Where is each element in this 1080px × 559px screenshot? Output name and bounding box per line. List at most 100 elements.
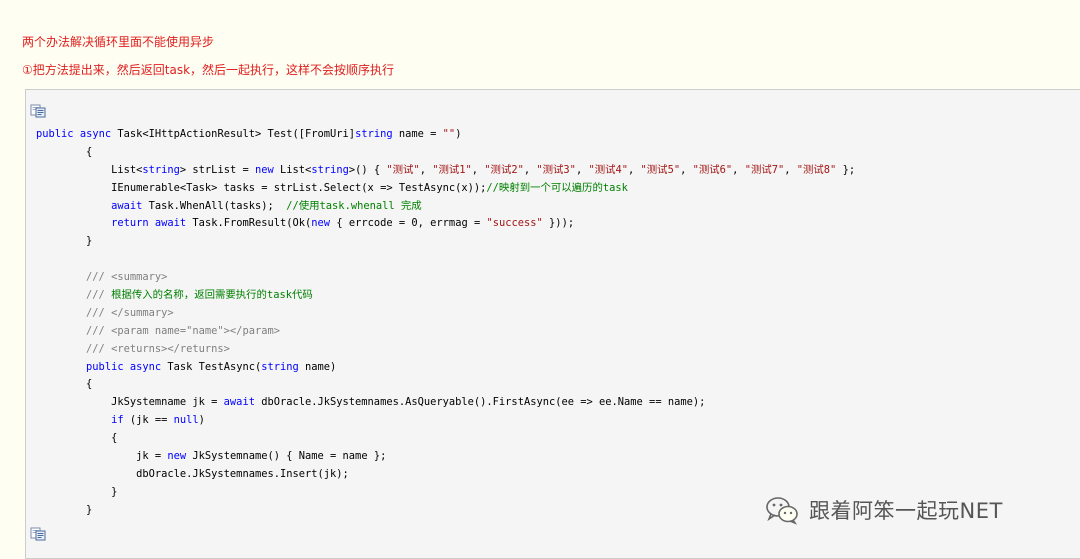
code-line: jk = new JkSystemname() { Name = name }; [36, 448, 855, 466]
code-token: IEnumerable<Task> tasks = strList.Select… [36, 181, 487, 194]
code-token: Task.WhenAll(tasks); [142, 199, 287, 212]
code-token: /// <returns></returns> [86, 342, 230, 355]
code-token: List< [273, 163, 312, 176]
copy-icon[interactable] [30, 104, 46, 118]
code-token: await [223, 396, 255, 409]
code-token: , [784, 163, 797, 176]
code-token: > strList = [179, 163, 255, 176]
code-line: dbOracle.JkSystemnames.Insert(jk); [36, 466, 855, 484]
code-token: , [523, 163, 537, 176]
code-line: /// <param name="name"></param> [36, 323, 855, 341]
code-token: "测试4" [588, 163, 629, 176]
code-token: async [129, 360, 162, 373]
code-line: { [36, 376, 855, 394]
code-token: name = [392, 128, 443, 140]
code-token: name) [298, 360, 337, 373]
code-token: /// </summary> [86, 306, 174, 319]
code-line: IEnumerable<Task> tasks = strList.Select… [36, 180, 855, 198]
code-token: //映射到一个可以遍历的task [486, 181, 628, 194]
code-token: new [167, 450, 187, 463]
code-token: JkSystemname() { Name = name }; [186, 450, 387, 463]
code-token: })); [542, 217, 575, 230]
code-line: List<string> strList = new List<string>(… [36, 162, 855, 180]
code-token: public [36, 128, 74, 140]
code-token: (jk == [123, 414, 174, 427]
code-line: { [36, 430, 855, 448]
code-token: List< [36, 163, 143, 176]
code-line: public async Task<IHttpActionResult> Tes… [36, 126, 855, 144]
code-token: , [628, 163, 641, 176]
code-token: , [471, 163, 485, 176]
code-token: /// [86, 289, 105, 302]
code-token: //使用task.whenall 完成 [286, 199, 422, 212]
code-line: /// <returns></returns> [36, 341, 855, 359]
code-token: "测试7" [744, 163, 785, 176]
code-line: public async Task TestAsync(string name) [36, 359, 855, 377]
watermark-text: 跟着阿笨一起玩NET [809, 499, 1003, 523]
code-line: } [36, 484, 855, 502]
code-token: Task.FromResult(Ok( [186, 217, 312, 230]
code-line: /// 根据传入的名称，返回需要执行的task代码 [36, 287, 855, 305]
code-token: /// <param name="name"></param> [86, 324, 280, 337]
code-lines: public async Task<IHttpActionResult> Tes… [36, 126, 855, 520]
copy-icon[interactable] [30, 527, 46, 541]
code-line: JkSystemname jk = await dbOracle.JkSyste… [36, 394, 855, 412]
code-token: >() { [348, 163, 387, 176]
code-line: { [36, 144, 855, 162]
code-token: await [154, 217, 187, 230]
code-token: return [111, 217, 149, 230]
code-token: } [36, 485, 118, 498]
code-token: "测试2" [484, 163, 524, 176]
code-line: await Task.WhenAll(tasks); //使用task.when… [36, 198, 855, 216]
code-token: Task TestAsync( [161, 360, 262, 373]
code-token: new [254, 163, 274, 176]
code-token: , [575, 163, 589, 176]
code-token: dbOracle.JkSystemnames.Insert(jk); [36, 467, 349, 480]
code-line: /// </summary> [36, 305, 855, 323]
code-token: string [261, 360, 299, 373]
code-token: ) [455, 128, 462, 140]
code-token: async [79, 128, 112, 140]
code-token: , [419, 163, 433, 176]
code-token: /// <summary> [86, 271, 168, 284]
wechat-icon [766, 497, 798, 525]
code-token: new [311, 217, 331, 230]
code-token: string [355, 128, 393, 140]
code-token: "success" [486, 217, 543, 230]
code-token: string [142, 163, 180, 176]
heading-solution-one: ①把方法提出来，然后返回task，然后一起执行，这样不会按顺序执行 [22, 63, 395, 77]
code-token: } [36, 503, 93, 516]
code-token: dbOracle.JkSystemnames.AsQueryable().Fir… [254, 396, 706, 409]
code-line: } [36, 233, 855, 251]
code-token: 根据传入的名称，返回需要执行的task代码 [104, 289, 313, 302]
code-token: } [36, 235, 93, 248]
code-token: if [111, 414, 124, 427]
code-block: public async Task<IHttpActionResult> Tes… [25, 89, 1080, 559]
code-token: , [732, 163, 745, 176]
code-token: ) [198, 414, 205, 427]
code-token: "测试" [386, 163, 420, 176]
code-line: } [36, 502, 855, 520]
code-token: null [173, 414, 199, 427]
code-token: Task<IHttpActionResult> Test([FromUri] [111, 128, 356, 140]
code-token: }; [836, 163, 856, 176]
code-token: "" [442, 128, 456, 140]
code-token: { [36, 145, 93, 158]
code-token: "测试3" [536, 163, 576, 176]
code-token: await [111, 199, 143, 212]
code-token: , [680, 163, 693, 176]
code-token: public [86, 360, 124, 373]
code-token: { errcode = 0, errmag = [330, 217, 487, 230]
code-token: jk = [36, 450, 168, 463]
code-token: JkSystemname jk = [36, 396, 224, 409]
